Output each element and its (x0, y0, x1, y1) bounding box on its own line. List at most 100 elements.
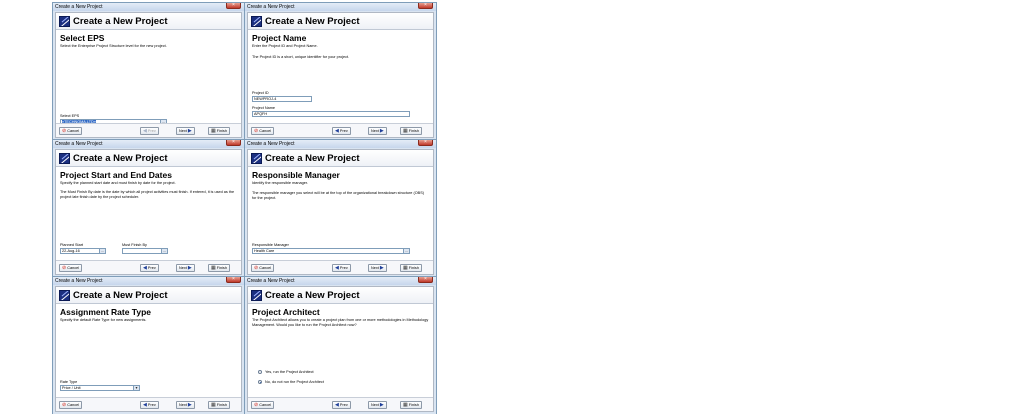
arrow-left-icon: ◀ (143, 402, 147, 408)
dialog-select-eps: Create a New Project × Create a New Proj… (52, 2, 245, 141)
checkered-flag-icon: ▦ (211, 128, 216, 134)
primavera-logo-icon (251, 16, 262, 27)
finish-label: Finish (216, 403, 227, 407)
wizard-footer: ⊘ Cancel ◀ Prev Next ▶ ▦ Finish (248, 260, 433, 274)
cancel-label: Cancel (259, 403, 272, 407)
wizard-banner: Create a New Project (56, 287, 241, 304)
project-name-label: Project Name (252, 106, 276, 110)
project-id-input[interactable]: NEWPROJ-4 (252, 96, 312, 102)
run-architect-no-label[interactable]: No, do not run the Project Architect (265, 380, 324, 385)
next-label: Next (179, 129, 187, 133)
primavera-logo-icon (251, 290, 262, 301)
step-description: Enter the Project ID and Project Name. (252, 44, 318, 48)
window-titlebar[interactable]: Create a New Project × (53, 3, 244, 11)
wizard-step-body: Project Name Enter the Project ID and Pr… (248, 31, 433, 122)
prev-label: Prev (147, 129, 156, 133)
finish-button[interactable]: ▦ Finish (400, 127, 422, 135)
cancel-button[interactable]: ⊘ Cancel (251, 401, 275, 409)
cancel-label: Cancel (259, 266, 272, 270)
banner-title: Create a New Project (73, 16, 168, 27)
cancel-button[interactable]: ⊘ Cancel (59, 401, 83, 409)
prev-button[interactable]: ◀ Prev (332, 401, 351, 409)
cancel-button[interactable]: ⊘ Cancel (251, 264, 275, 272)
arrow-left-icon: ◀ (335, 128, 339, 134)
prev-button[interactable]: ◀ Prev (140, 127, 159, 135)
wizard-client-area: Create a New Project Assignment Rate Typ… (55, 286, 242, 412)
prev-button[interactable]: ◀ Prev (332, 127, 351, 135)
finish-label: Finish (408, 129, 419, 133)
must-finish-by-label: Must Finish By (122, 243, 147, 247)
finish-button[interactable]: ▦ Finish (208, 127, 230, 135)
close-button[interactable]: × (226, 140, 241, 146)
arrow-right-icon: ▶ (187, 402, 192, 408)
close-button[interactable]: × (418, 3, 433, 9)
next-button[interactable]: Next ▶ (176, 127, 195, 135)
wizard-banner: Create a New Project (248, 150, 433, 167)
project-name-input[interactable]: APQFH (252, 111, 410, 117)
checkered-flag-icon: ▦ (211, 402, 216, 408)
must-finish-by-input[interactable]: … (122, 248, 168, 254)
finish-label: Finish (216, 129, 227, 133)
next-button[interactable]: Next ▶ (176, 264, 195, 272)
prev-button[interactable]: ◀ Prev (332, 264, 351, 272)
chevron-down-icon[interactable]: ▾ (133, 386, 139, 390)
rate-type-value: Price / Unit (62, 386, 81, 390)
responsible-manager-input[interactable]: Health Care … (252, 248, 410, 254)
step-title: Assignment Rate Type (60, 307, 152, 317)
cancel-button[interactable]: ⊘ Cancel (59, 127, 83, 135)
wizard-client-area: Create a New Project Responsible Manager… (247, 149, 434, 275)
close-button[interactable]: × (418, 277, 433, 283)
cancel-icon: ⊘ (254, 128, 259, 134)
cancel-button[interactable]: ⊘ Cancel (59, 264, 83, 272)
finish-button[interactable]: ▦ Finish (208, 401, 230, 409)
next-label: Next (371, 129, 379, 133)
select-eps-label: Select EPS (60, 114, 80, 118)
planned-start-input[interactable]: 22-Aug-16 … (60, 248, 106, 254)
next-button[interactable]: Next ▶ (368, 264, 387, 272)
calendar-dropdown-button[interactable]: … (99, 249, 105, 253)
finish-label: Finish (216, 266, 227, 270)
dialog-responsible-manager: Create a New Project × Create a New Proj… (244, 139, 437, 278)
window-titlebar[interactable]: Create a New Project × (245, 277, 436, 285)
arrow-right-icon: ▶ (379, 128, 384, 134)
window-titlebar[interactable]: Create a New Project × (53, 277, 244, 285)
rate-type-select[interactable]: Price / Unit ▾ (60, 385, 140, 391)
step-title: Project Start and End Dates (60, 170, 172, 180)
arrow-left-icon: ◀ (143, 265, 147, 271)
next-label: Next (179, 403, 187, 407)
next-button[interactable]: Next ▶ (176, 401, 195, 409)
finish-button[interactable]: ▦ Finish (400, 264, 422, 272)
prev-button[interactable]: ◀ Prev (140, 264, 159, 272)
arrow-right-icon: ▶ (379, 265, 384, 271)
window-title: Create a New Project (247, 141, 295, 147)
run-architect-yes-radio[interactable] (258, 370, 262, 374)
prev-button[interactable]: ◀ Prev (140, 401, 159, 409)
next-button[interactable]: Next ▶ (368, 127, 387, 135)
checkered-flag-icon: ▦ (403, 265, 408, 271)
next-button[interactable]: Next ▶ (368, 401, 387, 409)
window-title: Create a New Project (55, 141, 103, 147)
close-button[interactable]: × (418, 140, 433, 146)
arrow-left-icon: ◀ (335, 402, 339, 408)
cancel-label: Cancel (67, 266, 80, 270)
window-titlebar[interactable]: Create a New Project × (53, 140, 244, 148)
cancel-icon: ⊘ (254, 402, 259, 408)
step-description-detail: The responsible manager you select will … (252, 191, 425, 200)
step-title: Project Name (252, 33, 307, 43)
window-titlebar[interactable]: Create a New Project × (245, 3, 436, 11)
run-architect-yes-label[interactable]: Yes, run the Project Architect (265, 370, 314, 375)
finish-button[interactable]: ▦ Finish (208, 264, 230, 272)
finish-button[interactable]: ▦ Finish (400, 401, 422, 409)
step-title: Select EPS (60, 33, 105, 43)
window-titlebar[interactable]: Create a New Project × (245, 140, 436, 148)
wizard-client-area: Create a New Project Select EPS Select t… (55, 12, 242, 138)
run-architect-no-radio[interactable] (258, 380, 262, 384)
close-button[interactable]: × (226, 277, 241, 283)
primavera-logo-icon (59, 290, 70, 301)
dropdown-button[interactable]: … (403, 249, 409, 253)
close-button[interactable]: × (226, 3, 241, 9)
calendar-dropdown-button[interactable]: … (161, 249, 167, 253)
planned-start-value: 22-Aug-16 (62, 249, 80, 253)
cancel-icon: ⊘ (62, 402, 67, 408)
cancel-button[interactable]: ⊘ Cancel (251, 127, 275, 135)
